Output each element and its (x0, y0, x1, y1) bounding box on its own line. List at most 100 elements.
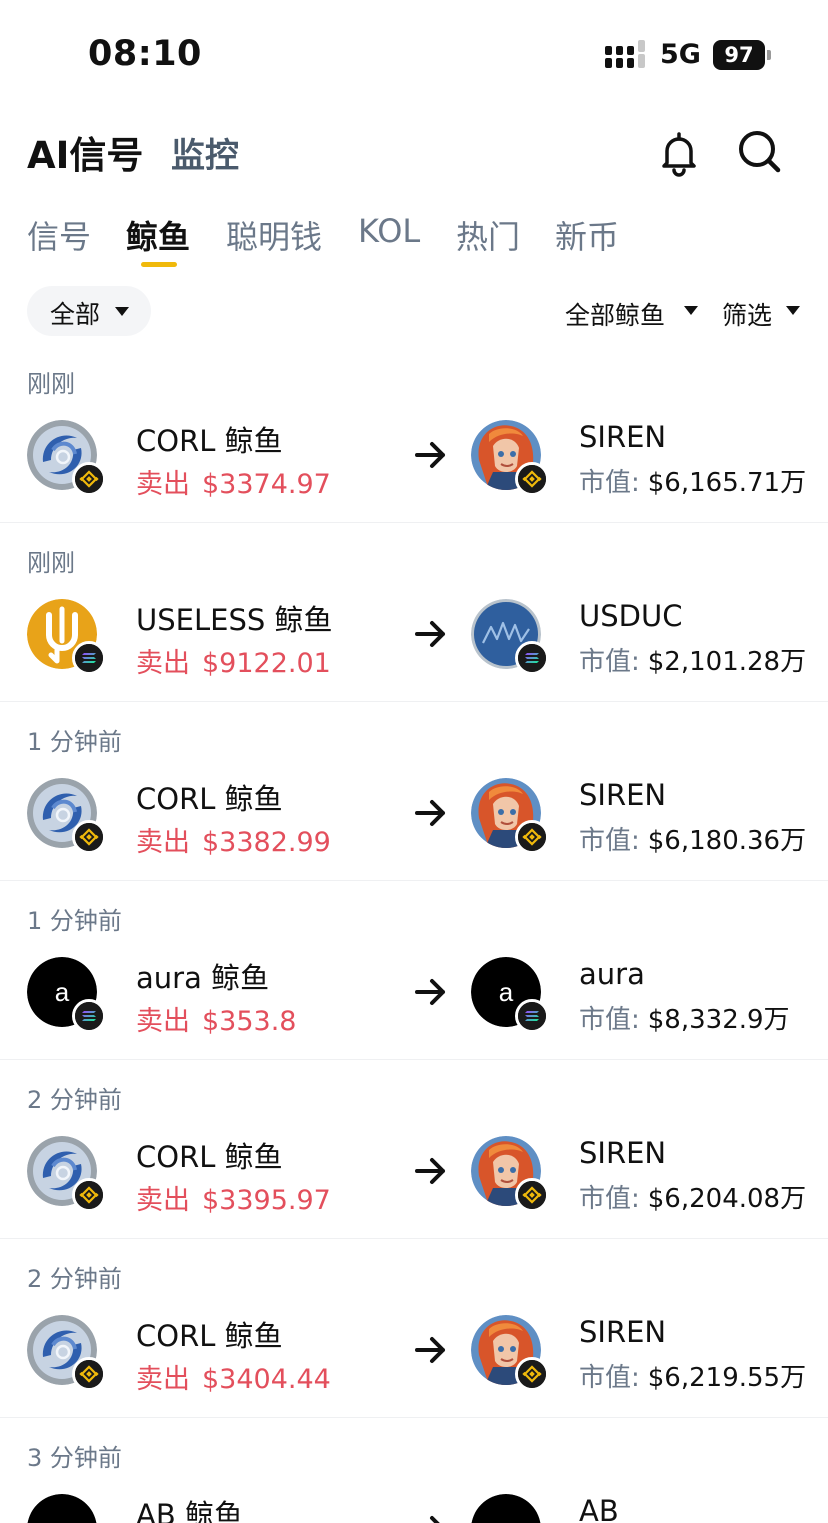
svg-text:a: a (55, 977, 70, 1007)
token-name[interactable]: USDUC (579, 599, 682, 633)
bell-icon[interactable] (655, 129, 703, 177)
tab-whale[interactable]: 鲸鱼 (126, 212, 190, 258)
scope-dropdown-label: 全部 (50, 300, 101, 329)
market-cap: 市值: $6,165.71万 (579, 462, 806, 499)
whale-signal-item[interactable]: 刚刚 USELESS 鲸鱼 卖出 $9122.01 USDUC 市值: $2,101.28万 (0, 523, 828, 702)
tab-new-coins[interactable]: 新币 (555, 212, 619, 258)
amount-value: $3395.97 (202, 1185, 331, 1216)
amount-value: $3404.44 (202, 1364, 331, 1395)
market-cap: 市值: $2,101.28万 (579, 641, 806, 678)
whale-name[interactable]: USELESS 鲸鱼 (136, 597, 332, 639)
token-name[interactable]: SIREN (579, 1315, 666, 1349)
solana-chain-icon (72, 999, 106, 1033)
whale-name[interactable]: AB 鲸鱼 (136, 1492, 243, 1523)
market-cap-value: $8,332.9万 (647, 1005, 790, 1035)
market-cap-label: 市值: (579, 826, 640, 856)
action-label: 卖出 (136, 469, 190, 500)
solana-chain-icon (72, 641, 106, 675)
market-cap-value: $6,165.71万 (647, 468, 807, 498)
signal-time: 1 分钟前 (27, 907, 122, 935)
market-cap-value: $6,204.08万 (647, 1184, 807, 1214)
action-label: 卖出 (136, 1185, 190, 1216)
bnb-chain-icon (72, 1357, 106, 1391)
market-cap-label: 市值: (579, 1184, 640, 1214)
battery-icon: 97 (713, 40, 771, 70)
whale-signal-item[interactable]: 1 分钟前 CORL 鲸鱼卖出 $3382.99 SIREN 市值: $6,180.36万 (0, 702, 828, 881)
arrow-right-icon (414, 440, 448, 470)
amount-value: $353.8 (202, 1006, 297, 1037)
arrow-right-icon (414, 619, 448, 649)
whale-signal-item[interactable]: 2 分钟前 CORL 鲸鱼 卖出 $3404.44 SIREN 市值: $6,219.55万 (0, 1239, 828, 1418)
token-name[interactable]: SIREN (579, 1136, 666, 1170)
search-icon[interactable] (735, 127, 783, 175)
whale-name[interactable]: CORL 鲸鱼 (136, 1313, 283, 1355)
amount-value: $3382.99 (202, 827, 331, 858)
bnb-chain-icon (515, 1178, 549, 1212)
solana-chain-icon (515, 641, 549, 675)
bnb-chain-icon (515, 462, 549, 496)
arrow-right-icon (414, 1156, 448, 1186)
market-cap: 市值: $8,332.9万 (579, 999, 790, 1036)
monitor-tab[interactable]: 监控 (171, 128, 239, 177)
bnb-chain-icon (515, 1357, 549, 1391)
market-cap-value: $6,219.55万 (647, 1363, 807, 1393)
scope-dropdown[interactable]: 全部 (27, 286, 151, 336)
token-name[interactable]: aura (579, 957, 645, 991)
whale-signal-item[interactable]: 3 分钟前 AB 鲸鱼 AB (0, 1418, 828, 1523)
whale-name[interactable]: CORL 鲸鱼 (136, 418, 283, 460)
tab-hot[interactable]: 热门 (456, 212, 520, 258)
chevron-down-icon (786, 306, 800, 315)
signal-time: 2 分钟前 (27, 1265, 122, 1293)
whale-name[interactable]: aura 鲸鱼 (136, 955, 269, 997)
tab-kol[interactable]: KOL (358, 212, 420, 250)
chevron-down-icon (684, 306, 698, 315)
token-name[interactable]: SIREN (579, 420, 666, 454)
chevron-down-icon (115, 307, 129, 316)
sell-amount: 卖出 $3374.97 (136, 462, 331, 501)
amount-value: $3374.97 (202, 469, 331, 500)
whale-name[interactable]: CORL 鲸鱼 (136, 776, 283, 818)
svg-text:a: a (499, 977, 514, 1007)
sell-amount: 卖出 $353.8 (136, 999, 296, 1038)
market-cap-label: 市值: (579, 1005, 640, 1035)
whale-signal-item[interactable]: 2 分钟前 CORL 鲸鱼 卖出 $3395.97 SIREN 市值: $6,204.08万 (0, 1060, 828, 1239)
market-cap-label: 市值: (579, 1363, 640, 1393)
status-time: 08:10 (88, 34, 202, 74)
filter-label: 筛选 (722, 301, 773, 330)
market-cap: 市值: $6,219.55万 (579, 1357, 806, 1394)
market-cap-value: $2,101.28万 (647, 647, 807, 677)
action-label: 卖出 (136, 648, 190, 679)
active-tab-indicator (141, 262, 177, 267)
market-cap-value: $6,180.36万 (647, 826, 807, 856)
sell-amount: 卖出 $9122.01 (136, 641, 331, 680)
arrow-right-icon (414, 1335, 448, 1365)
tab-bar: 信号 鲸鱼 聪明钱 KOL 热门 新币 (0, 212, 828, 272)
solana-chain-icon (515, 999, 549, 1033)
market-cap: 市值: $6,180.36万 (579, 820, 806, 857)
whale-name[interactable]: CORL 鲸鱼 (136, 1134, 283, 1176)
arrow-right-icon (414, 977, 448, 1007)
tab-smart-money[interactable]: 聪明钱 (226, 212, 322, 258)
arrow-right-icon (414, 798, 448, 828)
sell-amount: 卖出 $3395.97 (136, 1178, 331, 1217)
ab-whale-avatar[interactable] (27, 1494, 97, 1523)
ab-token-avatar[interactable] (471, 1494, 541, 1523)
signal-strength-icon (605, 40, 645, 68)
whale-signal-item[interactable]: 1 分钟前 a aura 鲸鱼卖出 $353.8 a aura 市值: $8,332.9万 (0, 881, 828, 1060)
bnb-chain-icon (72, 1178, 106, 1212)
whale-filter-label: 全部鲸鱼 (565, 301, 666, 330)
bnb-chain-icon (515, 820, 549, 854)
page-title[interactable]: AI信号 (27, 125, 143, 179)
tab-signal[interactable]: 信号 (27, 212, 91, 258)
market-cap-label: 市值: (579, 647, 640, 677)
signal-time: 1 分钟前 (27, 728, 122, 756)
token-name[interactable]: SIREN (579, 778, 666, 812)
sell-amount: 卖出 $3404.44 (136, 1357, 331, 1396)
action-label: 卖出 (136, 1006, 190, 1037)
action-label: 卖出 (136, 827, 190, 858)
signal-time: 刚刚 (27, 370, 75, 398)
token-name[interactable]: AB (579, 1494, 619, 1523)
whale-signal-item[interactable]: 刚刚 CORL 鲸鱼卖出 $3374.97 SIREN 市值: $6,165.71万 (0, 344, 828, 523)
signal-time: 刚刚 (27, 549, 75, 577)
signal-time: 3 分钟前 (27, 1444, 122, 1472)
